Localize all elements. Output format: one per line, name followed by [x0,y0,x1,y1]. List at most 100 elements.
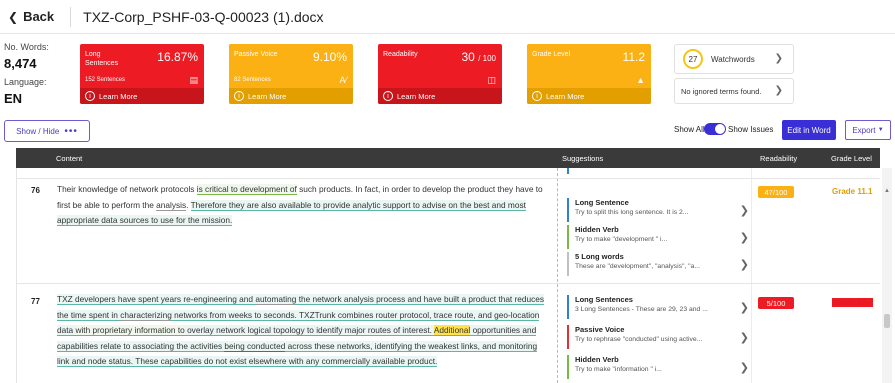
highlight-long-sentence[interactable]: TXZ developers have spent years re-engin… [57,294,545,367]
table-body: 76 Their knowledge of network protocols … [16,168,880,383]
info-icon: i [383,91,393,101]
back-button[interactable]: ❮ Back [8,9,54,24]
chevron-right-icon: ❯ [739,232,749,244]
highlight-long-word[interactable]: characterizing [120,309,172,321]
highlight-long-word[interactable]: analysis [156,199,187,211]
watchwords-label: Watchwords [711,54,755,64]
chevron-right-icon: ❯ [774,53,783,64]
ignored-terms-button[interactable]: No ignored terms found. ❯ [674,78,794,104]
suggestion-item[interactable]: Hidden Verb Try to make "development " i… [567,225,749,249]
show-issues-toggle[interactable] [704,123,726,135]
suggestion-item[interactable]: Passive Voice Try to rephrase "conducted… [567,325,749,349]
learn-more-button[interactable]: i Learn More [229,88,353,104]
highlight-passive-voice[interactable]: being conducted [224,340,286,352]
document-title: TXZ-Corp_PSHF-03-Q-00023 (1).docx [83,8,324,25]
card-value: 30 / 100 [462,50,497,64]
readability-card: Readability 30 / 100 ◫ i Learn More [378,44,502,104]
document-stats: No. Words: 8,474 Language: EN [4,42,74,112]
readability-max: / 100 [478,54,496,63]
suggestion-item[interactable]: Long Sentences 3 Long Sentences - These … [567,295,749,319]
edit-in-word-button[interactable]: Edit in Word [782,120,836,140]
suggestion-title: Hidden Verb [575,355,619,364]
grade-value: Grade 11.1 [832,187,873,196]
card-value: 16.87% [157,50,198,64]
divider [70,6,72,27]
language-label: Language: [4,77,47,87]
row-number: 76 [31,186,40,195]
export-button[interactable]: Export ▼ [845,120,891,140]
table-header: Content Suggestions Readability Grade Le… [16,148,880,168]
scrollbar-thumb[interactable] [884,314,890,328]
suggestion-title: Hidden Verb [575,225,619,234]
row-divider [17,283,880,284]
long-sentences-card: Long Sentences 16.87% 152 Sentences ▤ i … [80,44,204,104]
suggestion-item[interactable]: 5 Long words These are "development", "a… [567,252,749,276]
watchwords-button[interactable]: 27 Watchwords ❯ [674,44,794,74]
suggestion-desc: These are "development", "analysis", "a.… [575,263,701,270]
scroll-up-icon[interactable]: ▲ [884,188,890,194]
highlight-hidden-verb[interactable]: is critical to development of [196,184,297,195]
highlight-long-word[interactable]: automating [255,294,297,305]
row-content: Their knowledge of network protocols is … [57,182,551,229]
row-number: 77 [31,297,40,306]
chevron-right-icon: ❯ [739,332,749,344]
grade-value: Grade 17.7 [832,298,873,307]
words-value: 8,474 [4,56,37,71]
learn-more-button[interactable]: i Learn More [80,88,204,104]
grade-level-card: Grade Level 11.2 ▲ i Learn More [527,44,651,104]
back-label: Back [23,9,55,24]
suggestion-desc: Try to rephrase "conducted" using active… [575,336,703,343]
suggestion-title: Long Sentences [575,295,633,304]
suggestion-title: 5 Long words [575,252,624,261]
highlight-watchword[interactable]: Additional [433,325,471,335]
book-icon: ◫ [487,75,496,85]
text-segment: overlay network logical topology to iden… [184,325,434,335]
card-subtext: 82 Sentences [234,77,271,83]
card-value: 11.2 [622,50,645,64]
learn-more-label: Learn More [248,91,287,101]
learn-more-label: Learn More [99,91,138,101]
info-icon: i [85,91,95,101]
suggestion-item[interactable]: Hidden Verb Try to make "information " i… [567,355,749,379]
suggestion-desc: Try to split this long sentence. It is 2… [575,209,689,216]
show-hide-button[interactable]: Show / Hide ••• [4,120,90,142]
suggestion-desc: 3 Long Sentences - These are 29, 23 and … [575,306,708,313]
text-segment: Their knowledge of network protocols [57,184,197,194]
toolbar: Show / Hide ••• Show All Show Issues Edi… [0,118,895,144]
ignored-terms-label: No ignored terms found. [681,86,762,96]
highlight-hidden-verb[interactable]: with proprietary information to [75,325,185,336]
info-icon: i [532,91,542,101]
column-suggestions: Suggestions [562,154,604,163]
toggle-knob [715,124,725,134]
caret-down-icon: ▼ [877,127,884,133]
show-all-label: Show All [674,125,705,134]
stats-panel: No. Words: 8,474 Language: EN Long Sente… [0,40,895,112]
more-icon: ••• [64,125,78,137]
column-divider [751,168,752,383]
card-name: Readability [383,51,418,58]
chevron-right-icon: ❯ [739,205,749,217]
suggestion-item-partial[interactable] [567,168,737,174]
text-segment: . [186,199,191,210]
learn-more-button[interactable]: i Learn More [378,88,502,104]
suggestion-title: Passive Voice [575,325,625,334]
readability-badge: 47/100 [758,186,794,198]
text-segment: TXZ developers have spent years re-engin… [57,294,256,304]
chevron-right-icon: ❯ [739,362,749,374]
chevron-right-icon: ❯ [739,302,749,314]
chevron-left-icon: ❮ [8,9,19,24]
suggestion-desc: Try to make "development " i... [575,236,668,243]
suggestion-item[interactable]: Long Sentence Try to split this long sen… [567,198,749,222]
language-value: EN [4,91,23,106]
learn-more-label: Learn More [546,91,585,101]
chevron-right-icon: ❯ [774,85,783,96]
export-label: Export [852,125,876,135]
card-value: 9.10% [312,50,347,64]
readability-badge: 5/100 [758,297,794,309]
scrollbar[interactable]: ▲ [882,168,892,383]
card-name: Passive Voice [234,51,278,58]
top-bar: ❮ Back TXZ-Corp_PSHF-03-Q-00023 (1).docx [0,0,895,34]
card-name: Grade Level [532,51,571,58]
learn-more-button[interactable]: i Learn More [527,88,651,104]
suggestion-desc: Try to make "information " i... [575,366,662,373]
